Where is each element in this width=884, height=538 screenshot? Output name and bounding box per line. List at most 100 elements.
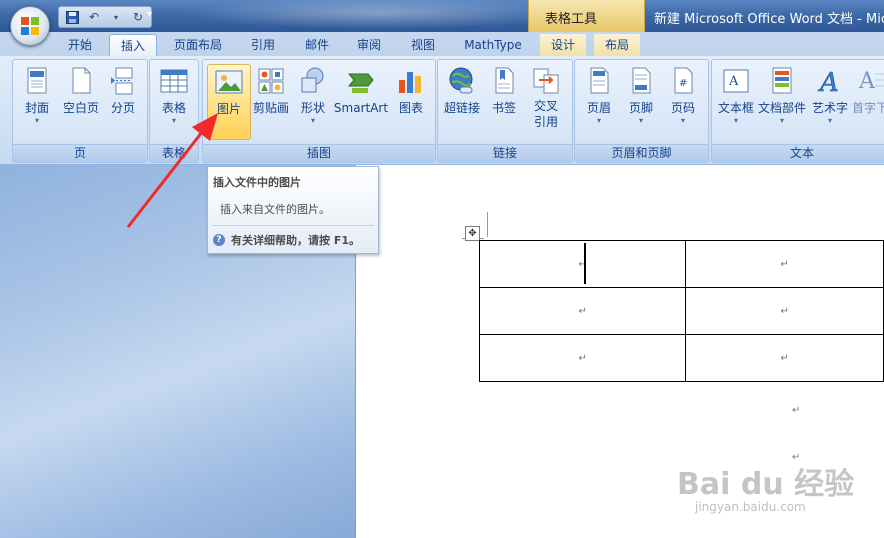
page-number-button[interactable]: # 页码 ▾ xyxy=(661,64,705,138)
clip-art-icon xyxy=(256,66,286,96)
table-cell[interactable]: ↵ xyxy=(685,287,884,335)
baidu-watermark: Bai du 经验 xyxy=(677,467,855,502)
help-icon: ? xyxy=(213,234,225,246)
undo-icon[interactable]: ↶ xyxy=(85,8,103,26)
tooltip-divider xyxy=(212,225,374,226)
tooltip-description: 插入来自文件的图片。 xyxy=(220,203,330,216)
document-table[interactable]: ↵ ↵ ↵ ↵ ↵ ↵ xyxy=(478,240,884,382)
table-cell[interactable]: ↵ xyxy=(685,334,884,382)
paragraph-mark: ↵ xyxy=(792,405,801,416)
paragraph-mark: ↵ xyxy=(578,305,587,317)
quick-parts-label: 文档部件 xyxy=(758,101,807,115)
document-title: 新建 Microsoft Office Word 文档 - Micro xyxy=(654,12,884,27)
page-number-label: 页码 xyxy=(670,101,695,115)
tooltip-help: ? 有关详细帮助，请按 F1。 xyxy=(213,232,360,248)
wordart-label: 艺术字 xyxy=(811,101,848,115)
tooltip-help-text: 有关详细帮助，请按 F1。 xyxy=(231,234,360,247)
office-logo-icon xyxy=(21,17,39,35)
cover-page-label: 封面 xyxy=(24,101,49,115)
table-move-handle-icon[interactable]: ✥ xyxy=(465,226,480,241)
office-button[interactable] xyxy=(10,6,50,46)
wordart-dropdown-icon: ▾ xyxy=(827,116,832,125)
svg-text:A: A xyxy=(858,69,876,94)
group-text-label: 文本 xyxy=(712,144,884,162)
wordart-button[interactable]: A 艺术字 ▾ xyxy=(808,64,852,138)
tab-layout[interactable]: 布局 xyxy=(594,34,640,56)
undo-dropdown-icon[interactable]: ▾ xyxy=(107,8,125,26)
blank-page-button[interactable]: 空白页 xyxy=(59,64,103,138)
cross-reference-button[interactable]: 交叉 引用 xyxy=(524,64,568,138)
group-header-footer: 页眉 ▾ 页脚 ▾ # 页码 ▾ 页眉和页脚 xyxy=(574,59,709,163)
paragraph-mark: ↵ xyxy=(578,352,587,364)
tab-references[interactable]: 引用 xyxy=(240,34,286,56)
cover-page-icon xyxy=(22,66,52,96)
table-cell[interactable]: ↵ xyxy=(478,240,687,288)
cross-reference-icon xyxy=(531,66,561,96)
chart-button[interactable]: 图表 xyxy=(389,64,433,138)
hyperlink-icon xyxy=(447,66,477,96)
footer-icon xyxy=(626,66,656,96)
svg-text:A: A xyxy=(728,74,739,89)
table-row: ↵ ↵ xyxy=(478,334,884,382)
quick-parts-button[interactable]: 文档部件 ▾ xyxy=(758,64,806,138)
clip-art-label: 剪贴画 xyxy=(252,101,289,115)
text-box-label: 文本框 xyxy=(717,101,754,115)
wordart-icon: A xyxy=(815,66,845,99)
picture-tooltip: 插入文件中的图片 插入来自文件的图片。 ? 有关详细帮助，请按 F1。 xyxy=(207,166,379,254)
quick-access-toolbar: ↶ ▾ ↻ xyxy=(58,6,152,28)
chart-label: 图表 xyxy=(398,101,423,115)
group-text: A 文本框 ▾ 文档部件 ▾ A 艺术字 ▾ A 首字下沉 文本 xyxy=(711,59,884,163)
tab-mathtype[interactable]: MathType xyxy=(456,34,530,56)
tab-design[interactable]: 设计 xyxy=(540,34,586,56)
tab-home[interactable]: 开始 xyxy=(56,34,104,56)
header-dropdown-icon: ▾ xyxy=(596,116,601,125)
tab-insert[interactable]: 插入 xyxy=(109,34,157,57)
table-row: ↵ ↵ xyxy=(478,240,884,288)
shapes-button[interactable]: 形状 ▾ xyxy=(291,64,335,138)
blank-page-icon xyxy=(66,66,96,96)
table-icon xyxy=(159,66,189,96)
shapes-icon xyxy=(298,66,328,96)
smartart-label: SmartArt xyxy=(333,101,389,115)
paragraph-mark: ↵ xyxy=(780,352,789,364)
qat-customize-icon[interactable]: ▾ xyxy=(147,9,152,20)
header-button[interactable]: 页眉 ▾ xyxy=(577,64,621,138)
clip-art-button[interactable]: 剪贴画 xyxy=(249,64,293,138)
smartart-icon xyxy=(346,66,376,96)
footer-label: 页脚 xyxy=(628,101,653,115)
cover-page-dropdown-icon: ▾ xyxy=(34,116,39,125)
tab-page-layout[interactable]: 页面布局 xyxy=(164,34,232,56)
tab-mailings[interactable]: 邮件 xyxy=(294,34,340,56)
footer-dropdown-icon: ▾ xyxy=(638,116,643,125)
page-number-icon: # xyxy=(668,66,698,96)
table-cell[interactable]: ↵ xyxy=(685,240,884,288)
text-box-button[interactable]: A 文本框 ▾ xyxy=(714,64,758,138)
picture-icon xyxy=(214,67,244,97)
bookmark-icon xyxy=(489,66,519,96)
table-tools-label: 表格工具 xyxy=(545,12,598,27)
hyperlink-label: 超链接 xyxy=(443,101,480,115)
table-cell[interactable]: ↵ xyxy=(478,287,687,335)
tab-review[interactable]: 审阅 xyxy=(346,34,392,56)
cover-page-button[interactable]: 封面 ▾ xyxy=(15,64,59,138)
chart-icon xyxy=(396,66,426,96)
svg-text:#: # xyxy=(679,78,687,89)
paragraph-mark: ↵ xyxy=(780,258,789,270)
hyperlink-button[interactable]: 超链接 xyxy=(440,64,484,138)
group-illustrations-label: 插图 xyxy=(203,144,435,162)
title-glare xyxy=(150,0,530,32)
text-cursor xyxy=(584,243,586,284)
quick-parts-icon xyxy=(767,66,797,96)
redo-icon[interactable]: ↻ xyxy=(129,8,147,26)
group-links: 超链接 书签 交叉 引用 链接 xyxy=(437,59,573,163)
tab-view[interactable]: 视图 xyxy=(400,34,446,56)
bookmark-button[interactable]: 书签 xyxy=(482,64,526,138)
smartart-button[interactable]: SmartArt xyxy=(333,64,389,138)
table-cell[interactable]: ↵ xyxy=(478,334,687,382)
footer-button[interactable]: 页脚 ▾ xyxy=(619,64,663,138)
drop-cap-button[interactable]: A 首字下沉 xyxy=(852,64,884,138)
save-icon[interactable] xyxy=(63,8,81,26)
red-arrow-annotation xyxy=(126,113,218,228)
shapes-label: 形状 xyxy=(300,101,325,115)
baidu-watermark-url: jingyan.baidu.com xyxy=(695,500,806,514)
